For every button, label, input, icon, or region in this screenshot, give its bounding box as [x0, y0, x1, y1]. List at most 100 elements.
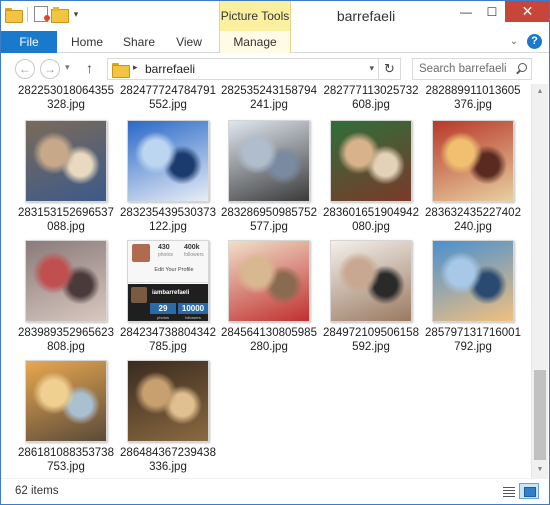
image-thumbnail[interactable]: [330, 120, 412, 202]
file-item[interactable]: 283601651904942 080.jpg: [321, 120, 421, 238]
navigation-bar: ← → ▾ ↑ ▸ barrefaeli ▾ ↻ Search barrefae…: [1, 54, 549, 84]
image-thumbnail[interactable]: [25, 120, 107, 202]
file-name-line: 376.jpg: [454, 99, 492, 111]
file-name-line: 282253018064355: [18, 85, 114, 97]
file-name-line: 122.jpg: [149, 221, 187, 233]
window-title: barrefaeli: [336, 8, 396, 24]
file-item[interactable]: 284972109506158 592.jpg: [321, 240, 421, 358]
image-thumbnail[interactable]: [25, 240, 107, 322]
large-icons-view-icon[interactable]: [519, 483, 539, 499]
file-item[interactable]: 284564130805985 280.jpg: [219, 240, 319, 358]
file-name-line: 608.jpg: [352, 99, 390, 111]
file-name-line: 283989352965623: [18, 327, 114, 339]
file-name: 286181088353738 753.jpg: [16, 446, 116, 474]
recent-locations-icon[interactable]: ▾: [65, 62, 70, 73]
folder-icon[interactable]: [5, 7, 23, 23]
tab-file[interactable]: File: [1, 31, 57, 53]
properties-icon[interactable]: [34, 6, 50, 22]
file-name: 282777113025732 608.jpg: [321, 84, 421, 112]
file-item[interactable]: 285797131716001 792.jpg: [423, 240, 523, 358]
expand-ribbon-icon[interactable]: ⌄: [507, 35, 521, 49]
profile-edit-button: Edit Your Profile: [154, 267, 194, 273]
file-item[interactable]: 286181088353738 753.jpg: [16, 360, 116, 478]
profile-avatar: [131, 287, 147, 303]
profile-stat: 400k: [184, 244, 200, 251]
file-item[interactable]: 283989352965623 808.jpg: [16, 240, 116, 358]
file-name-line: 785.jpg: [149, 341, 187, 353]
forward-button[interactable]: →: [40, 59, 60, 79]
image-thumbnail[interactable]: [25, 360, 107, 442]
minimize-button[interactable]: —: [453, 1, 479, 22]
tab-view[interactable]: View: [163, 31, 215, 53]
vertical-scrollbar[interactable]: ▲ ▼: [531, 84, 548, 478]
file-item[interactable]: 283153152696537 088.jpg: [16, 120, 116, 238]
ribbon-tab-bar: File Home Share View Manage ⌄ ?: [1, 31, 549, 53]
back-button[interactable]: ←: [15, 59, 35, 79]
file-name: 285797131716001 792.jpg: [423, 326, 523, 354]
image-thumbnail[interactable]: [228, 240, 310, 322]
qat-separator: [27, 6, 28, 22]
scrollbar-thumb[interactable]: [534, 370, 546, 460]
scroll-up-icon[interactable]: ▲: [532, 84, 548, 100]
file-name-line: 282535243158794: [221, 85, 317, 97]
address-bar[interactable]: ▸ barrefaeli ▾: [107, 58, 379, 80]
file-name-line: 280.jpg: [250, 341, 288, 353]
tab-share[interactable]: Share: [115, 31, 163, 53]
help-icon[interactable]: ?: [527, 34, 542, 49]
file-name-line: 552.jpg: [149, 99, 187, 111]
address-dropdown-icon[interactable]: ▾: [369, 63, 374, 74]
image-thumbnail[interactable]: [127, 120, 209, 202]
search-icon[interactable]: [515, 63, 527, 74]
profile-count-label: followers: [185, 315, 201, 320]
file-name-line: 282889911013605: [425, 85, 521, 97]
quick-access-toolbar: ▾: [5, 6, 82, 23]
file-name: 283989352965623 808.jpg: [16, 326, 116, 354]
file-item[interactable]: 283632435227402 240.jpg: [423, 120, 523, 238]
profile-count: 10000: [178, 303, 208, 314]
file-name-line: 241.jpg: [250, 99, 288, 111]
file-item[interactable]: 283286950985752 577.jpg: [219, 120, 319, 238]
profile-avatar: [132, 244, 150, 262]
file-item[interactable]: 430 photos 400k followers Edit Your Profile i…: [118, 240, 218, 358]
image-thumbnail[interactable]: [432, 240, 514, 322]
refresh-button[interactable]: ↻: [379, 58, 401, 80]
image-thumbnail[interactable]: [330, 240, 412, 322]
status-bar: 62 items: [1, 478, 549, 504]
tab-home[interactable]: Home: [59, 31, 115, 53]
details-view-icon[interactable]: [499, 483, 517, 499]
explorer-window: ▾ Picture Tools barrefaeli — ☐ ✕ File Ho…: [0, 0, 550, 505]
search-placeholder: Search barrefaeli: [419, 63, 507, 75]
file-name: 282889911013605 376.jpg: [423, 84, 523, 112]
maximize-button[interactable]: ☐: [479, 1, 505, 22]
search-input[interactable]: Search barrefaeli: [412, 58, 532, 80]
file-name-line: 283153152696537: [18, 207, 114, 219]
file-name: 283632435227402 240.jpg: [423, 206, 523, 234]
file-name: 283235439530373 122.jpg: [118, 206, 218, 234]
up-button[interactable]: ↑: [86, 60, 93, 76]
image-thumbnail[interactable]: [432, 120, 514, 202]
close-button[interactable]: ✕: [505, 1, 549, 22]
file-name-line: 336.jpg: [149, 461, 187, 473]
tab-manage[interactable]: Manage: [219, 31, 291, 53]
file-name-line: 240.jpg: [454, 221, 492, 233]
file-name-line: 283286950985752: [221, 207, 317, 219]
file-item[interactable]: 283235439530373 122.jpg: [118, 120, 218, 238]
image-thumbnail[interactable]: [228, 120, 310, 202]
image-thumbnail[interactable]: [127, 360, 209, 442]
qat-dropdown-icon[interactable]: ▾: [70, 9, 82, 20]
file-item[interactable]: 286484367239438 336.jpg: [118, 360, 218, 478]
file-list[interactable]: 282253018064355 328.jpg 282477724784791 552…: [1, 84, 531, 478]
breadcrumb-separator-icon[interactable]: ▸: [133, 62, 138, 73]
file-name-line: 792.jpg: [454, 341, 492, 353]
image-thumbnail[interactable]: 430 photos 400k followers Edit Your Profile i…: [127, 240, 209, 322]
profile-count: 29: [150, 303, 176, 314]
file-name-line: 080.jpg: [352, 221, 390, 233]
file-name: 283286950985752 577.jpg: [219, 206, 319, 234]
new-folder-icon[interactable]: [51, 7, 69, 23]
file-name-line: 284972109506158: [323, 327, 419, 339]
file-name-line: 286181088353738: [18, 447, 114, 459]
file-name: 282253018064355 328.jpg: [16, 84, 116, 112]
breadcrumb[interactable]: barrefaeli: [145, 62, 195, 76]
address-folder-icon: [112, 63, 130, 78]
scroll-down-icon[interactable]: ▼: [532, 462, 548, 478]
